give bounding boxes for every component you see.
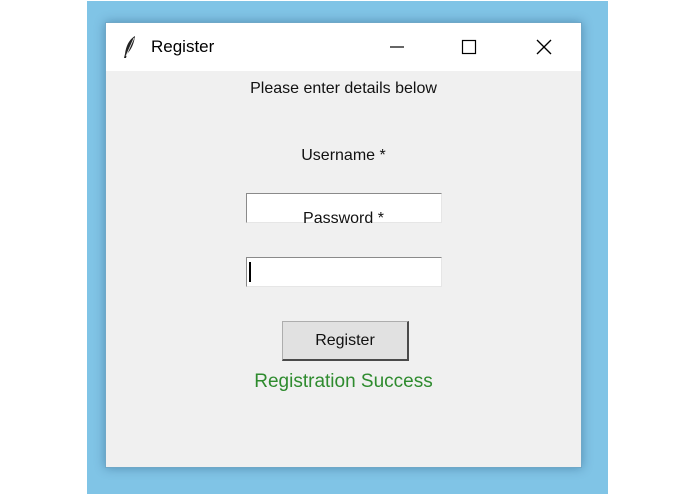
title-bar[interactable]: Register <box>106 23 581 71</box>
password-label: Password * <box>303 210 384 227</box>
close-icon <box>536 39 552 55</box>
register-button[interactable]: Register <box>282 321 409 361</box>
register-window: Register Please enter details below User… <box>105 22 582 468</box>
feather-icon <box>121 35 139 59</box>
maximize-icon <box>461 39 477 55</box>
text-cursor <box>249 262 251 282</box>
close-button[interactable] <box>511 23 577 71</box>
window-title: Register <box>151 37 215 56</box>
minimize-button[interactable] <box>364 23 430 71</box>
status-message: Registration Success <box>254 371 433 392</box>
maximize-button[interactable] <box>436 23 502 71</box>
username-label: Username * <box>301 147 386 164</box>
password-field[interactable] <box>246 257 442 287</box>
form-area: Please enter details below Username * Pa… <box>106 71 581 467</box>
minimize-icon <box>390 46 404 48</box>
instructions-text: Please enter details below <box>250 80 437 97</box>
